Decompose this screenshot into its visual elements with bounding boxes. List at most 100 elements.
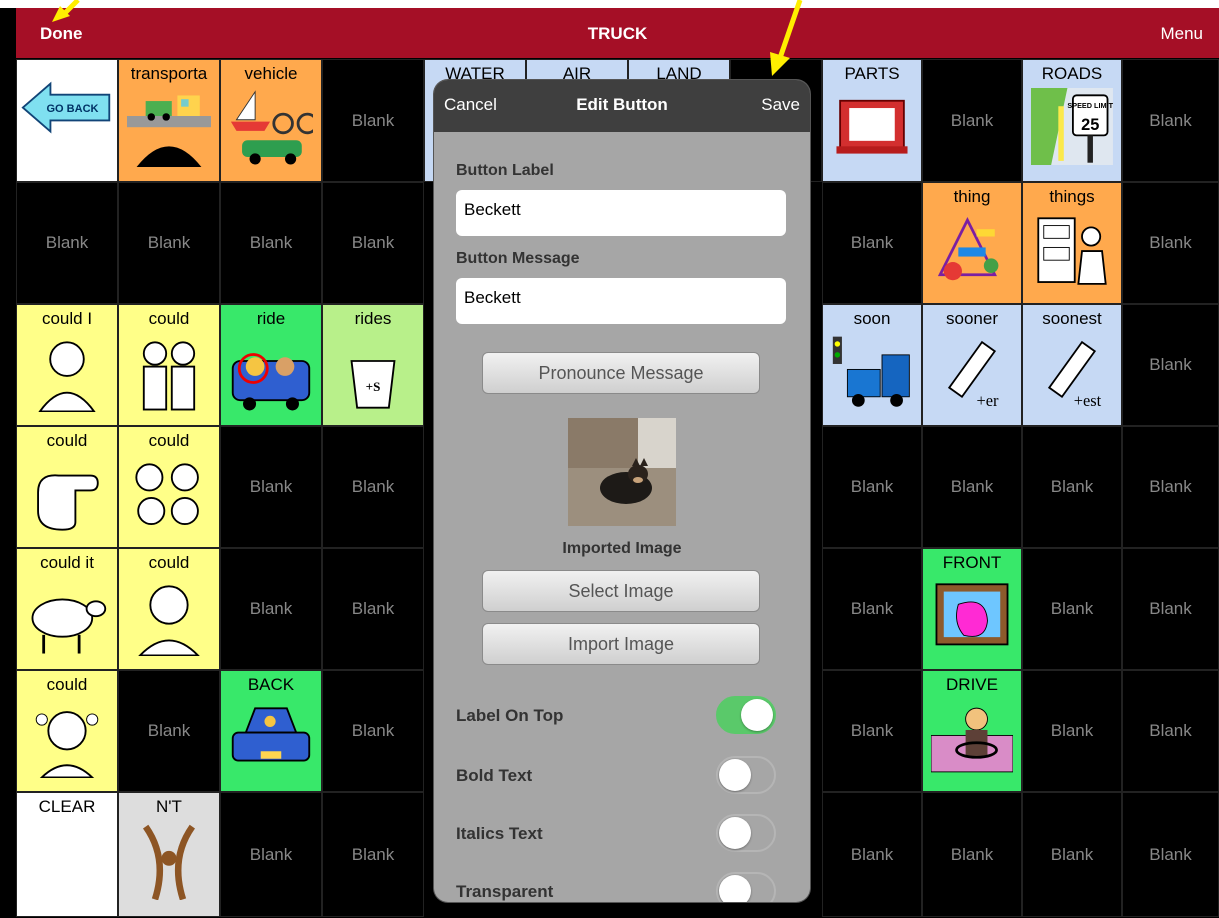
button-message-caption: Button Message: [456, 250, 580, 267]
grid-button-could-she[interactable]: could: [16, 670, 118, 792]
boy-face-icon: [137, 585, 201, 657]
car-back-icon: [231, 707, 311, 762]
button-label: transporta: [130, 64, 208, 83]
grid-button-blank[interactable]: Blank: [1022, 792, 1122, 917]
top-bar: Done TRUCK Menu: [16, 8, 1219, 58]
grid-button-blank[interactable]: Blank: [1122, 426, 1219, 548]
person-fridge-icon: [1037, 217, 1107, 285]
grid-button-back[interactable]: BACK: [220, 670, 322, 792]
grid-button-transportation[interactable]: transporta: [118, 59, 220, 182]
grid-button-blank[interactable]: Blank: [220, 426, 322, 548]
button-message-field[interactable]: Beckett: [456, 278, 786, 324]
grid-button-blank[interactable]: Blank: [220, 182, 322, 304]
svg-text:+est: +est: [1074, 391, 1102, 410]
grid-button-blank[interactable]: Blank: [922, 426, 1022, 548]
grid-button-blank[interactable]: Blank: [1122, 304, 1219, 426]
bucket-plus-s-icon: +S: [350, 360, 396, 409]
grid-button-parts[interactable]: PARTS: [822, 59, 922, 182]
grid-button-blank[interactable]: Blank: [322, 59, 424, 182]
grid-button-blank[interactable]: Blank: [1122, 548, 1219, 670]
grid-button-blank[interactable]: Blank: [1022, 426, 1122, 548]
grid-button-drive[interactable]: DRIVE: [922, 670, 1022, 792]
toggle-label: Label On Top: [456, 706, 564, 725]
button-label: sooner: [946, 309, 998, 328]
grid-button-blank[interactable]: Blank: [1022, 670, 1122, 792]
grid-button-blank[interactable]: Blank: [822, 670, 922, 792]
grid-button-nt[interactable]: N'T: [118, 792, 220, 917]
grid-button-blank[interactable]: Blank: [322, 670, 424, 792]
save-button[interactable]: Save: [761, 95, 800, 115]
grid-button-ride[interactable]: ride: [220, 304, 322, 426]
grid-button-could-you[interactable]: could: [16, 426, 118, 548]
grid-button-could[interactable]: could: [118, 304, 220, 426]
bridge-car-icon: [127, 95, 211, 168]
grid-button-go-back[interactable]: GO BACK: [16, 59, 118, 182]
grid-button-blank[interactable]: Blank: [1122, 792, 1219, 917]
girl-face-icon: [35, 711, 99, 779]
grid-button-blank[interactable]: Blank: [1122, 182, 1219, 304]
grid-button-blank[interactable]: Blank: [822, 182, 922, 304]
grid-button-could-i[interactable]: could I: [16, 304, 118, 426]
grid-button-blank[interactable]: Blank: [822, 548, 922, 670]
grid-button-soonest[interactable]: soonest +est: [1022, 304, 1122, 426]
toggle-row-transparent: Transparent: [456, 872, 776, 902]
button-label: could it: [40, 553, 94, 572]
grid-button-vehicle[interactable]: vehicle: [220, 59, 322, 182]
grid-button-blank[interactable]: Blank: [922, 59, 1022, 182]
sheep-icon: [31, 598, 107, 654]
menu-button[interactable]: Menu: [1160, 24, 1203, 44]
things-pile-icon: [937, 217, 999, 281]
grid-button-blank[interactable]: Blank: [922, 792, 1022, 917]
grid-button-blank[interactable]: Blank: [822, 792, 922, 917]
grid-button-blank[interactable]: Blank: [220, 548, 322, 670]
driver-icon: [931, 707, 1013, 773]
grid-button-blank[interactable]: Blank: [220, 792, 322, 917]
italics-text-switch[interactable]: [716, 814, 776, 852]
transparent-switch[interactable]: [716, 872, 776, 902]
grid-button-blank[interactable]: Blank: [16, 182, 118, 304]
button-label: BACK: [247, 675, 295, 694]
button-label-value: Beckett: [464, 200, 521, 219]
imported-photo-thumbnail[interactable]: [568, 418, 676, 526]
import-image-button[interactable]: Import Image: [482, 623, 760, 665]
grid-button-could-he[interactable]: could: [118, 548, 220, 670]
button-label-field[interactable]: Beckett: [456, 190, 786, 236]
bold-text-switch[interactable]: [716, 756, 776, 794]
top-edge: [0, 0, 1219, 8]
grid-button-blank[interactable]: Blank: [322, 792, 424, 917]
grid-button-thing[interactable]: thing: [922, 182, 1022, 304]
imported-image-caption: Imported Image: [562, 540, 682, 557]
grid-button-things[interactable]: things: [1022, 182, 1122, 304]
svg-text:25: 25: [1081, 116, 1099, 134]
grid-button-soon[interactable]: soon: [822, 304, 922, 426]
grid-button-blank[interactable]: Blank: [1022, 548, 1122, 670]
grid-button-blank[interactable]: Blank: [822, 426, 922, 548]
grid-button-rides[interactable]: rides +S: [322, 304, 424, 426]
button-label: thing: [953, 187, 991, 206]
select-image-button[interactable]: Select Image: [482, 570, 760, 612]
grid-button-blank[interactable]: Blank: [1122, 670, 1219, 792]
button-label: CLEAR: [38, 797, 96, 816]
grid-button-front[interactable]: FRONT: [922, 548, 1022, 670]
grid-button-could-we[interactable]: could: [118, 426, 220, 548]
button-label: vehicle: [244, 64, 298, 83]
label-on-top-switch[interactable]: [716, 696, 776, 734]
grid-button-roads[interactable]: ROADS SPEED LIMIT 25: [1022, 59, 1122, 182]
button-label: could I: [41, 309, 93, 328]
grid-button-blank[interactable]: Blank: [322, 426, 424, 548]
button-label: FRONT: [942, 553, 1002, 572]
truck-traffic-light-icon: [832, 336, 910, 407]
grid-button-blank[interactable]: Blank: [118, 670, 220, 792]
grid-button-blank[interactable]: Blank: [1122, 59, 1219, 182]
svg-text:+S: +S: [366, 379, 381, 394]
grid-button-blank[interactable]: Blank: [322, 182, 424, 304]
grid-button-blank[interactable]: Blank: [322, 548, 424, 670]
grid-button-blank[interactable]: Blank: [118, 182, 220, 304]
knot-icon: [142, 824, 196, 901]
button-label: could: [148, 431, 190, 450]
grid-button-clear[interactable]: CLEAR: [16, 792, 118, 917]
button-label-caption: Button Label: [456, 162, 554, 179]
pronounce-message-button[interactable]: Pronounce Message: [482, 352, 760, 394]
grid-button-could-it[interactable]: could it: [16, 548, 118, 670]
grid-button-sooner[interactable]: sooner +er: [922, 304, 1022, 426]
